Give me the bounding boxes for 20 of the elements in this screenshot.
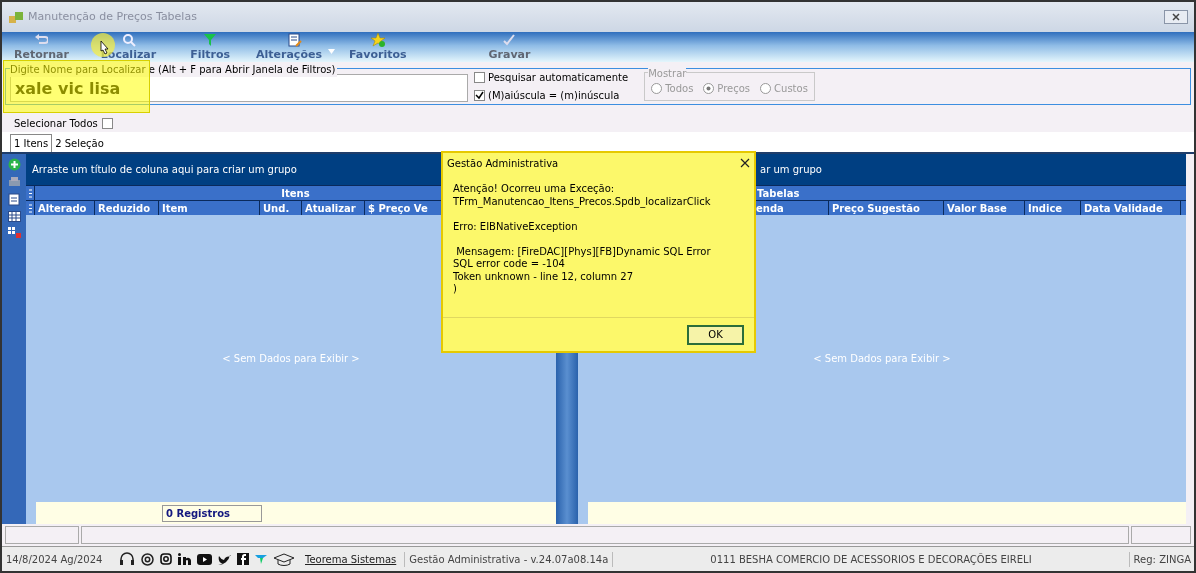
company-label: 0111 BESHA COMERCIO DE ACESSORIOS E DECORAÇÕES EIRELI	[612, 551, 1129, 567]
message-line: TFrm_Manutencao_Itens_Precos.Spdb_localizarClick	[453, 195, 712, 208]
message-line: )	[453, 283, 458, 296]
version-label: Gestão Administrativa - v.24.07a08.14a	[404, 551, 613, 567]
band-title: Tabelas	[757, 187, 800, 199]
message-line: Atenção! Ocorreu uma Exceção:	[453, 183, 616, 196]
group-hint: Arraste um título de coluna aqui para criar um grupo	[32, 163, 297, 177]
dialog-title: Gestão Administrativa	[447, 156, 559, 171]
empty-message: < Sem Dados para Exibir >	[813, 352, 951, 366]
message-line: SQL error code = -104	[453, 258, 566, 271]
registration-label: Reg: ZINGA	[1128, 551, 1194, 567]
message-line: Token unknown - line 12, column 27	[453, 270, 635, 283]
group-hint: ar um grupo	[760, 163, 822, 177]
window-title: Manutenção de Preços Tabelas	[28, 8, 197, 25]
empty-message: < Sem Dados para Exibir >	[222, 352, 360, 366]
band-title: Itens	[281, 187, 310, 199]
record-count: 0 Registros	[162, 504, 262, 522]
message-line: Mensagem: [FireDAC][Phys][FB]Dynamic SQL Error	[455, 245, 712, 258]
date-label: 14/8/2024 Ag/2024	[5, 552, 104, 567]
message-line: Erro: EIBNativeException	[453, 220, 579, 233]
